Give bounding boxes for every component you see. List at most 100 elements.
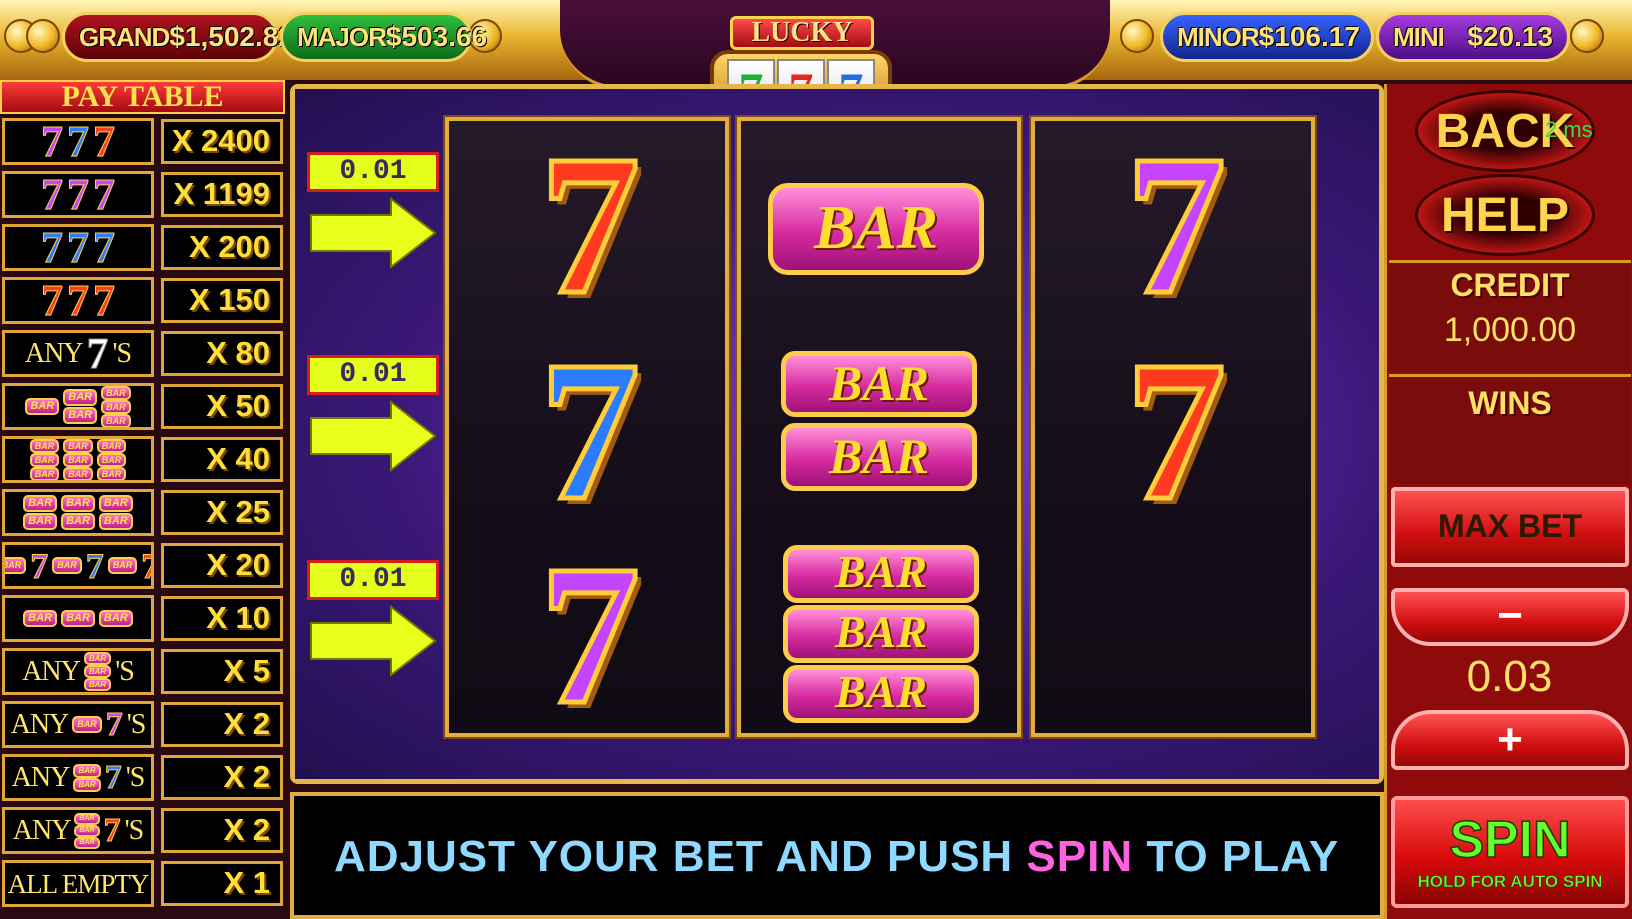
triple-bar-symbol-3: BAR — [783, 665, 979, 723]
pay-symbol-any-bar: ANY BAR BAR BAR 'S — [2, 648, 154, 695]
pay-multiplier: X 2 — [161, 702, 283, 747]
seven-purple-symbol: 7 — [1124, 115, 1229, 336]
bar-icon: BAR — [83, 678, 112, 691]
pay-multiplier: X 2 — [161, 755, 283, 800]
bar-icon: BAR — [29, 452, 60, 467]
bar-icon: BAR — [98, 610, 133, 627]
pay-symbol-bar-triple-1: BAR BAR BAR — [2, 595, 154, 642]
bar-icon: BAR — [83, 665, 112, 678]
seven-icon: 7 — [67, 118, 90, 165]
bar-icon: BAR — [23, 610, 58, 627]
bar-icon: BAR — [25, 398, 60, 415]
credit-panel: CREDIT 1,000.00 — [1389, 260, 1631, 372]
seven-icon: 7 — [93, 224, 116, 271]
bet-increase-button[interactable]: + — [1391, 710, 1629, 770]
pay-multiplier: X 2400 — [161, 119, 283, 164]
jackpot-minor: MINOR $106.17 — [1160, 12, 1374, 62]
seven-red-symbol: 7 — [1124, 321, 1229, 542]
help-button[interactable]: HELP — [1415, 174, 1595, 256]
pay-symbol-seven-mixed: 7 7 7 — [2, 118, 154, 165]
credit-value: 1,000.00 — [1443, 311, 1577, 349]
pay-symbol-any-2bar7: ANY BAR BAR 7 'S — [2, 754, 154, 801]
bet-value: 0.03 — [1466, 652, 1553, 701]
reels-frame: 0.01 0.01 0.01 7 7 7 BAR BAR BAR BAR BAR… — [290, 84, 1384, 784]
credit-label: CREDIT — [1450, 267, 1570, 303]
spin-button[interactable]: SPIN HOLD FOR AUTO SPIN — [1391, 796, 1629, 908]
seven-icon: 7 — [41, 224, 64, 271]
seven-icon: 7 — [93, 171, 116, 218]
pay-row: BAR BAR BAR BAR BAR BAR X 25 — [0, 487, 285, 538]
pay-multiplier: X 1 — [161, 861, 283, 906]
arrow-right-icon — [310, 605, 437, 677]
message-text: ADJUST YOUR BET AND PUSH — [334, 832, 1027, 881]
max-bet-button[interactable]: MAX BET — [1391, 487, 1629, 567]
bar-icon: BAR — [74, 836, 100, 849]
all-empty-text: ALL EMPTY — [7, 868, 150, 899]
bar-icon: BAR — [61, 610, 95, 627]
pay-row: ANY BAR 7 'S X 2 — [0, 699, 285, 750]
pay-multiplier: X 10 — [161, 596, 283, 641]
any-text: ANY — [12, 814, 72, 846]
bar-icon: BAR — [107, 557, 138, 574]
control-panel: BACK 2 ms HELP CREDIT 1,000.00 WINS MAX … — [1384, 84, 1632, 919]
seven-icon: 7 — [105, 705, 123, 743]
latency-indicator: 2 ms — [1545, 117, 1593, 142]
suffix-text: 'S — [125, 761, 146, 793]
suffix-text: 'S — [112, 337, 133, 369]
spin-label: SPIN — [1449, 811, 1572, 869]
pay-symbol-seven-purple: 7 7 7 — [2, 171, 154, 218]
pay-row: ALL EMPTY X 1 — [0, 858, 285, 909]
pay-multiplier: X 200 — [161, 225, 283, 270]
seven-icon: 7 — [41, 118, 64, 165]
bar-icon: BAR — [63, 389, 98, 406]
status-message: ADJUST YOUR BET AND PUSH SPIN TO PLAY — [334, 832, 1339, 882]
bar-icon: BAR — [63, 407, 98, 424]
jackpot-value: $20.13 — [1467, 21, 1553, 52]
any-text: ANY — [22, 655, 81, 687]
pay-row: BAR BAR BAR BAR BAR BAR X 50 — [0, 381, 285, 432]
pay-row: 7 7 7 X 200 — [0, 222, 285, 273]
seven-icon: 7 — [41, 277, 64, 324]
bar-icon: BAR — [98, 513, 133, 530]
bar-icon: BAR — [23, 495, 58, 512]
any-text: ANY — [11, 761, 71, 793]
pay-multiplier: X 25 — [161, 490, 283, 535]
pay-row: BAR BAR BAR X 10 — [0, 593, 285, 644]
message-text-end: TO PLAY — [1133, 832, 1340, 881]
pay-symbol-bar-triple-3: BAR BAR BAR BAR BAR BAR BAR BAR BAR — [2, 436, 154, 483]
pay-symbol-bar-seven-mixed: BAR 7 BAR 7 BAR 7 — [2, 542, 154, 589]
triple-bar-symbol-2: BAR — [783, 605, 979, 663]
seven-icon: 7 — [103, 811, 121, 849]
payline-bet-3: 0.01 — [307, 560, 439, 600]
pay-row: BAR BAR BAR BAR BAR BAR BAR BAR BAR X 40 — [0, 434, 285, 485]
seven-icon: 7 — [93, 118, 116, 165]
bar-icon: BAR — [101, 399, 131, 414]
pay-row: ANY BAR BAR BAR 7 'S X 2 — [0, 805, 285, 856]
seven-icon: 7 — [85, 545, 104, 586]
seven-icon: 7 — [86, 330, 109, 377]
coin-icon — [1570, 19, 1604, 53]
pay-symbol-seven-red: 7 7 7 — [2, 277, 154, 324]
pay-symbol-any-3bar7: ANY BAR BAR BAR 7 'S — [2, 807, 154, 854]
seven-red-symbol: 7 — [538, 115, 643, 336]
bar-icon: BAR — [73, 777, 101, 792]
bar-icon: BAR — [23, 513, 58, 530]
arrow-right-icon — [310, 197, 437, 269]
seven-icon: 7 — [67, 277, 90, 324]
message-highlight: SPIN — [1026, 832, 1134, 881]
reel-3: 7 7 — [1029, 115, 1317, 739]
bet-decrease-button[interactable]: − — [1391, 588, 1629, 646]
double-bar-symbol-top: BAR — [781, 351, 977, 417]
seven-icon: 7 — [104, 758, 122, 796]
double-bar-symbol-bottom: BAR — [781, 423, 977, 491]
jackpot-value: $503.66 — [385, 21, 488, 52]
logo-title: LUCKY — [730, 16, 874, 50]
bar-icon: BAR — [83, 652, 112, 665]
any-text: ANY — [10, 708, 70, 740]
bar-icon: BAR — [63, 466, 93, 480]
reel-2: BAR BAR BAR BAR BAR BAR — [735, 115, 1023, 739]
pay-multiplier: X 2 — [161, 808, 283, 853]
bar-icon: BAR — [63, 452, 93, 467]
pay-symbol-any-seven: ANY 7 'S — [2, 330, 154, 377]
suffix-text: 'S — [126, 708, 147, 740]
